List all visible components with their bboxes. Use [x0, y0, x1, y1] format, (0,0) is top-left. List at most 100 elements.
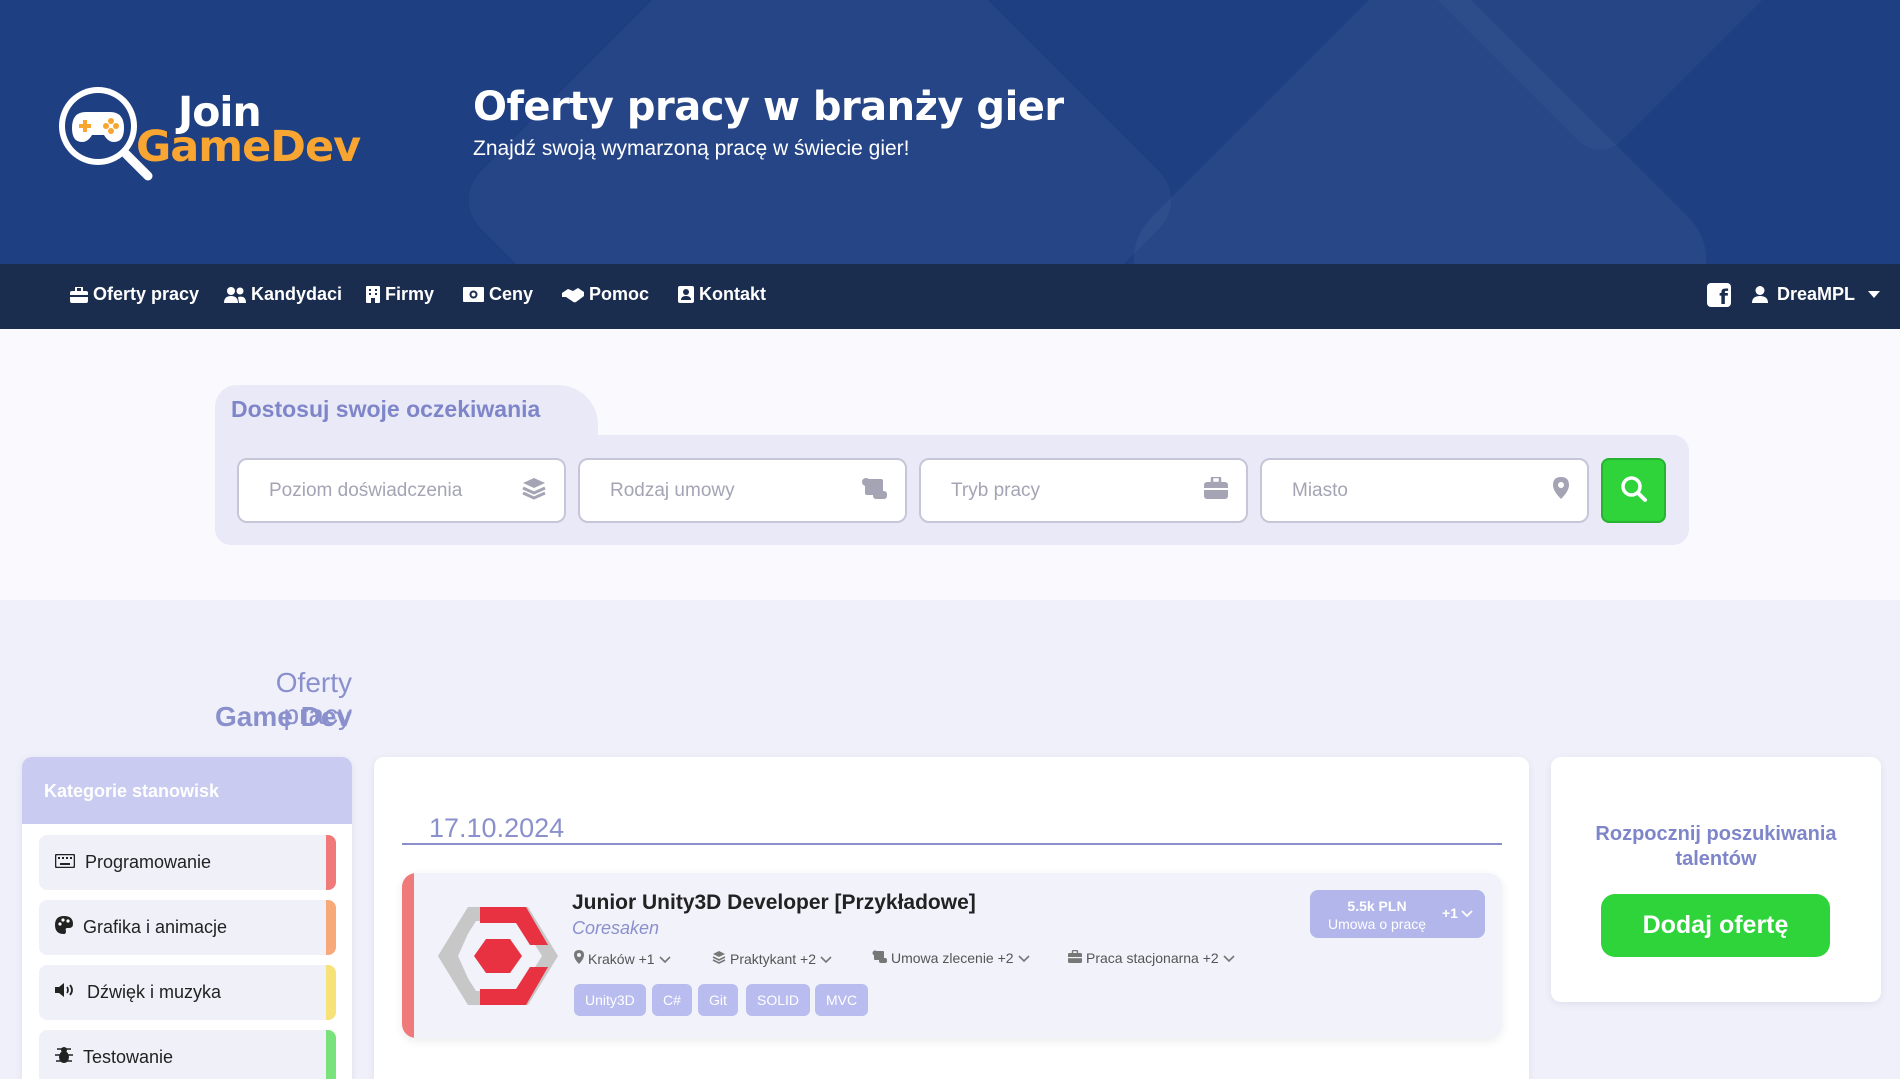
bug-icon — [55, 1046, 73, 1069]
category-label: Programowanie — [85, 852, 212, 872]
nav-item-oferty-pracy[interactable]: Oferty pracy — [70, 284, 199, 305]
experience-level-field[interactable] — [237, 458, 566, 523]
salary-contract-type: Umowa o pracę — [1327, 916, 1427, 932]
skill-tag[interactable]: C# — [652, 984, 692, 1016]
category-label: Grafika i animacje — [83, 917, 228, 937]
chevron-down-icon — [1223, 950, 1235, 966]
category-color-bar — [326, 835, 336, 890]
category-color-bar — [326, 965, 336, 1020]
work-mode-input[interactable] — [951, 479, 1181, 502]
nav-item-kandydaci[interactable]: Kandydaci — [224, 284, 342, 305]
category-color-bar — [326, 1030, 336, 1079]
nav-item-kontakt[interactable]: Kontakt — [678, 284, 766, 305]
meta-label: Praca stacjonarna +2 — [1086, 950, 1219, 966]
salary-badge[interactable]: 5.5k PLN Umowa o pracę +1 — [1310, 890, 1485, 938]
nav-label: Ceny — [489, 284, 534, 304]
money-icon — [463, 287, 484, 302]
hero-decoration — [452, 0, 1187, 264]
categories-header: Kategorie stanowisk — [22, 757, 352, 824]
caret-down-icon — [1868, 291, 1881, 298]
salary-amount: 5.5k PLN — [1347, 898, 1407, 914]
skill-tag[interactable]: Unity3D — [574, 984, 646, 1016]
city-input[interactable] — [1292, 479, 1522, 502]
facebook-icon[interactable]: f — [1707, 283, 1731, 307]
skill-tag[interactable]: Git — [698, 984, 738, 1016]
briefcase-icon — [1068, 949, 1082, 966]
scroll-icon — [872, 950, 887, 966]
user-icon — [1752, 286, 1768, 303]
add-offer-button[interactable]: Dodaj ofertę — [1601, 894, 1830, 957]
category-item-testowanie[interactable]: Testowanie — [39, 1030, 336, 1079]
listing-title-accent: Game Dev — [215, 701, 352, 732]
experience-level-input[interactable] — [269, 479, 499, 502]
search-button[interactable] — [1601, 458, 1666, 523]
category-label: Dźwięk i muzyka — [87, 982, 222, 1002]
categories-panel: Kategorie stanowisk Programowanie Grafik… — [22, 757, 352, 1079]
category-item-programowanie[interactable]: Programowanie — [39, 835, 336, 890]
job-work-mode[interactable]: Praca stacjonarna +2 — [1068, 949, 1235, 966]
category-stripe — [402, 873, 414, 1038]
category-item-dzwiek[interactable]: Dźwięk i muzyka — [39, 965, 336, 1020]
map-pin-icon — [1553, 477, 1569, 504]
layers-icon — [712, 950, 726, 967]
company-logo — [438, 901, 558, 1011]
speaker-icon — [55, 982, 77, 1003]
nav-item-ceny[interactable]: Ceny — [463, 284, 533, 305]
keyboard-icon — [54, 852, 76, 873]
briefcase-icon — [1204, 475, 1228, 504]
page-subtitle: Znajdź swoją wymarzoną pracę w świecie g… — [473, 137, 910, 160]
salary-more-count: +1 — [1442, 905, 1458, 921]
nav-label: Firmy — [385, 284, 435, 304]
main-nav: Oferty pracy Kandydaci Firmy Ceny Pomoc … — [0, 264, 1900, 329]
contract-type-input[interactable] — [610, 479, 840, 502]
chevron-down-icon — [1461, 905, 1473, 921]
nav-item-pomoc[interactable]: Pomoc — [562, 284, 649, 305]
company-name[interactable]: Coresaken — [572, 918, 659, 939]
category-color-bar — [326, 900, 336, 955]
contract-type-field[interactable] — [578, 458, 907, 523]
categories-heading: Kategorie stanowisk — [44, 781, 220, 801]
date-heading: 17.10.2024 — [429, 813, 565, 843]
meta-label: Praktykant +2 — [730, 950, 816, 967]
meta-label: Kraków +1 — [588, 950, 655, 967]
salary-more: +1 — [1442, 905, 1473, 921]
work-mode-field[interactable] — [919, 458, 1248, 523]
category-item-grafika[interactable]: Grafika i animacje — [39, 900, 336, 955]
nav-label: Kontakt — [699, 284, 766, 304]
layers-icon — [522, 476, 546, 505]
job-title[interactable]: Junior Unity3D Developer [Przykładowe] — [572, 891, 976, 915]
job-contract[interactable]: Umowa zlecenie +2 — [872, 950, 1030, 966]
skill-tag[interactable]: SOLID — [746, 984, 811, 1016]
nav-label: Pomoc — [589, 284, 650, 304]
users-icon — [224, 286, 246, 303]
skill-tag[interactable]: MVC — [815, 984, 869, 1016]
search-heading: Dostosuj swoje oczekiwania — [231, 396, 541, 422]
briefcase-icon — [70, 286, 88, 303]
chevron-down-icon — [658, 951, 671, 967]
job-experience[interactable]: Praktykant +2 — [712, 950, 832, 967]
chevron-down-icon — [1017, 950, 1030, 966]
palette-icon — [55, 916, 73, 939]
chevron-down-icon — [820, 951, 832, 967]
user-menu[interactable]: DreaMPL — [1752, 284, 1881, 305]
date-divider — [402, 843, 1502, 845]
site-logo[interactable]: Join GameDev — [54, 82, 394, 182]
handshake-icon — [562, 287, 584, 303]
job-location[interactable]: Kraków +1 — [574, 950, 671, 967]
search-icon — [1620, 475, 1648, 506]
nav-label: Kandydaci — [251, 284, 343, 304]
city-field[interactable] — [1260, 458, 1589, 523]
page-title: Oferty pracy w branży gier — [473, 84, 1064, 130]
employer-cta-panel — [1551, 757, 1881, 1002]
nav-item-firmy[interactable]: Firmy — [366, 284, 434, 305]
contact-card-icon — [678, 286, 694, 303]
category-label: Testowanie — [83, 1047, 174, 1067]
nav-label: Oferty pracy — [93, 284, 200, 304]
cta-text: Rozpocznij poszukiwania talentów — [1595, 823, 1837, 870]
scroll-icon — [861, 477, 887, 504]
job-offer-card[interactable]: Junior Unity3D Developer [Przykładowe] C… — [402, 873, 1502, 1038]
logo-text-gamedev: GameDev — [136, 122, 361, 172]
user-name: DreaMPL — [1777, 284, 1856, 304]
building-icon — [366, 286, 380, 303]
meta-label: Umowa zlecenie +2 — [891, 950, 1014, 966]
